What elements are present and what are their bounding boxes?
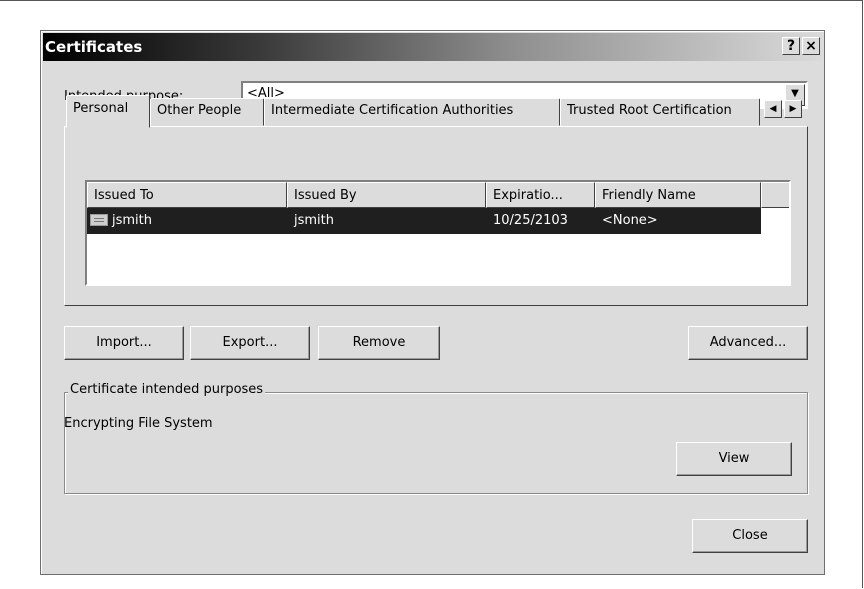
- column-header-filler: [761, 182, 789, 208]
- cell-issued-to: jsmith: [112, 213, 152, 228]
- tab-personal[interactable]: Personal: [66, 95, 150, 128]
- window-title: Certificates: [45, 38, 143, 56]
- cell-expiration: 10/25/2103: [493, 213, 568, 228]
- certificate-icon: [90, 214, 108, 226]
- tab-trusted-root[interactable]: Trusted Root Certification: [560, 98, 760, 126]
- tab-personal-label: Personal: [73, 101, 129, 116]
- remove-button[interactable]: Remove: [318, 326, 440, 360]
- cell-friendly-name: <None>: [602, 213, 658, 228]
- tab-scroll-left-icon[interactable]: ◀: [764, 100, 782, 118]
- certificate-list[interactable]: Issued To Issued By Expiratio... Friendl…: [85, 180, 791, 286]
- certificate-purposes-text: Encrypting File System: [64, 416, 213, 431]
- tab-intermediate-label: Intermediate Certification Authorities: [271, 103, 514, 118]
- close-button[interactable]: Close: [692, 519, 808, 553]
- import-button[interactable]: Import...: [64, 326, 184, 360]
- tab-other-people[interactable]: Other People: [150, 98, 264, 126]
- tab-other-people-label: Other People: [157, 103, 242, 118]
- table-row[interactable]: jsmith jsmith 10/25/2103 <None>: [87, 208, 761, 234]
- advanced-button[interactable]: Advanced...: [688, 326, 808, 360]
- title-bar[interactable]: Certificates ? ×: [43, 33, 822, 61]
- certificate-purposes-legend: Certificate intended purposes: [68, 382, 266, 397]
- view-button[interactable]: View: [676, 442, 792, 476]
- close-window-button[interactable]: ×: [802, 37, 820, 55]
- help-button[interactable]: ?: [782, 37, 800, 55]
- column-header-issued-to[interactable]: Issued To: [87, 182, 287, 208]
- column-header-expiration[interactable]: Expiratio...: [486, 182, 595, 208]
- tab-intermediate-authorities[interactable]: Intermediate Certification Authorities: [264, 98, 560, 126]
- column-header-issued-by[interactable]: Issued By: [287, 182, 486, 208]
- column-header-friendly-name[interactable]: Friendly Name: [595, 182, 761, 208]
- tab-scroll-right-icon[interactable]: ▶: [784, 100, 802, 118]
- export-button[interactable]: Export...: [190, 326, 310, 360]
- cell-issued-by: jsmith: [294, 213, 334, 228]
- tab-trusted-root-label: Trusted Root Certification: [567, 103, 732, 118]
